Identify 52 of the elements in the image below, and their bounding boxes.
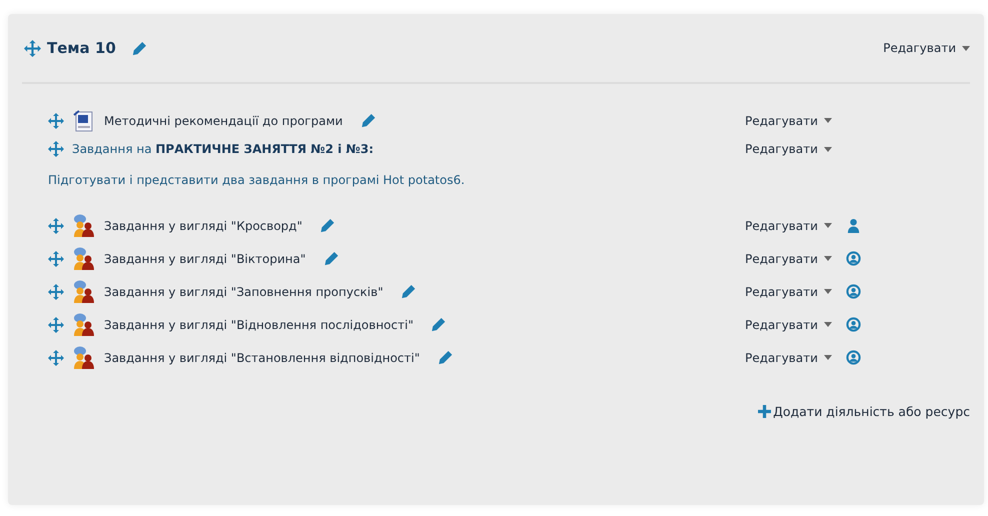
pencil-icon[interactable] — [132, 40, 147, 56]
people-icon — [72, 346, 96, 370]
activity-link[interactable]: Методичні рекомендації до програми — [104, 114, 343, 128]
move-icon[interactable] — [48, 250, 64, 266]
edit-menu[interactable]: Редагувати — [745, 142, 832, 156]
edit-menu[interactable]: Редагувати — [745, 114, 832, 128]
person-icon[interactable] — [846, 218, 861, 233]
edit-menu[interactable]: Редагувати — [883, 41, 970, 55]
activity-link[interactable]: Завдання у вигляді "Кросворд" — [104, 218, 302, 232]
edit-menu[interactable]: Редагувати — [745, 350, 832, 364]
label-description: Підготувати і представити два завдання в програмі Hot potatos6. — [48, 172, 466, 189]
people-icon — [72, 246, 96, 270]
person-circle-icon[interactable] — [846, 251, 861, 266]
edit-menu[interactable]: Редагувати — [745, 252, 832, 266]
activity-link[interactable]: Завдання у вигляді "Відновлення послідовності" — [104, 318, 414, 332]
person-circle-icon[interactable] — [846, 350, 861, 365]
edit-menu[interactable]: Редагувати — [745, 284, 832, 298]
section-title: Тема 10 — [47, 39, 116, 57]
pencil-icon[interactable] — [438, 350, 453, 365]
move-icon[interactable] — [48, 284, 64, 300]
caret-icon — [824, 256, 832, 261]
add-activity-link[interactable]: Додати діяльність або ресурс — [758, 404, 970, 419]
person-circle-icon[interactable] — [846, 317, 861, 332]
move-icon[interactable] — [24, 40, 41, 56]
pencil-icon[interactable] — [360, 113, 376, 128]
move-icon[interactable] — [48, 316, 64, 332]
people-icon — [72, 280, 96, 304]
caret-icon — [824, 146, 832, 152]
pencil-icon[interactable] — [320, 218, 336, 233]
pencil-icon[interactable] — [324, 251, 339, 266]
people-icon — [72, 214, 96, 238]
activity-link[interactable]: Завдання у вигляді "Вікторина" — [104, 252, 306, 266]
caret-icon — [962, 46, 970, 50]
caret-icon — [824, 355, 832, 360]
caret-icon — [824, 322, 832, 327]
move-icon[interactable] — [48, 141, 64, 157]
people-icon — [72, 312, 96, 336]
label-text: Завдання на ПРАКТИЧНЕ ЗАНЯТТЯ №2 і №3: — [72, 142, 374, 156]
activity-link[interactable]: Завдання у вигляді "Заповнення пропусків" — [104, 284, 384, 298]
caret-icon — [824, 118, 832, 123]
move-icon[interactable] — [48, 112, 64, 128]
edit-menu[interactable]: Редагувати — [745, 218, 832, 232]
pencil-icon[interactable] — [401, 284, 416, 299]
person-circle-icon[interactable] — [846, 284, 861, 299]
pencil-icon[interactable] — [431, 317, 446, 332]
plus-icon — [758, 405, 772, 418]
caret-icon — [824, 223, 832, 228]
move-icon[interactable] — [48, 218, 64, 234]
move-icon[interactable] — [48, 350, 64, 366]
edit-menu[interactable]: Редагувати — [745, 318, 832, 332]
caret-icon — [824, 289, 832, 294]
activity-link[interactable]: Завдання у вигляді "Встановлення відповідності" — [104, 350, 420, 364]
